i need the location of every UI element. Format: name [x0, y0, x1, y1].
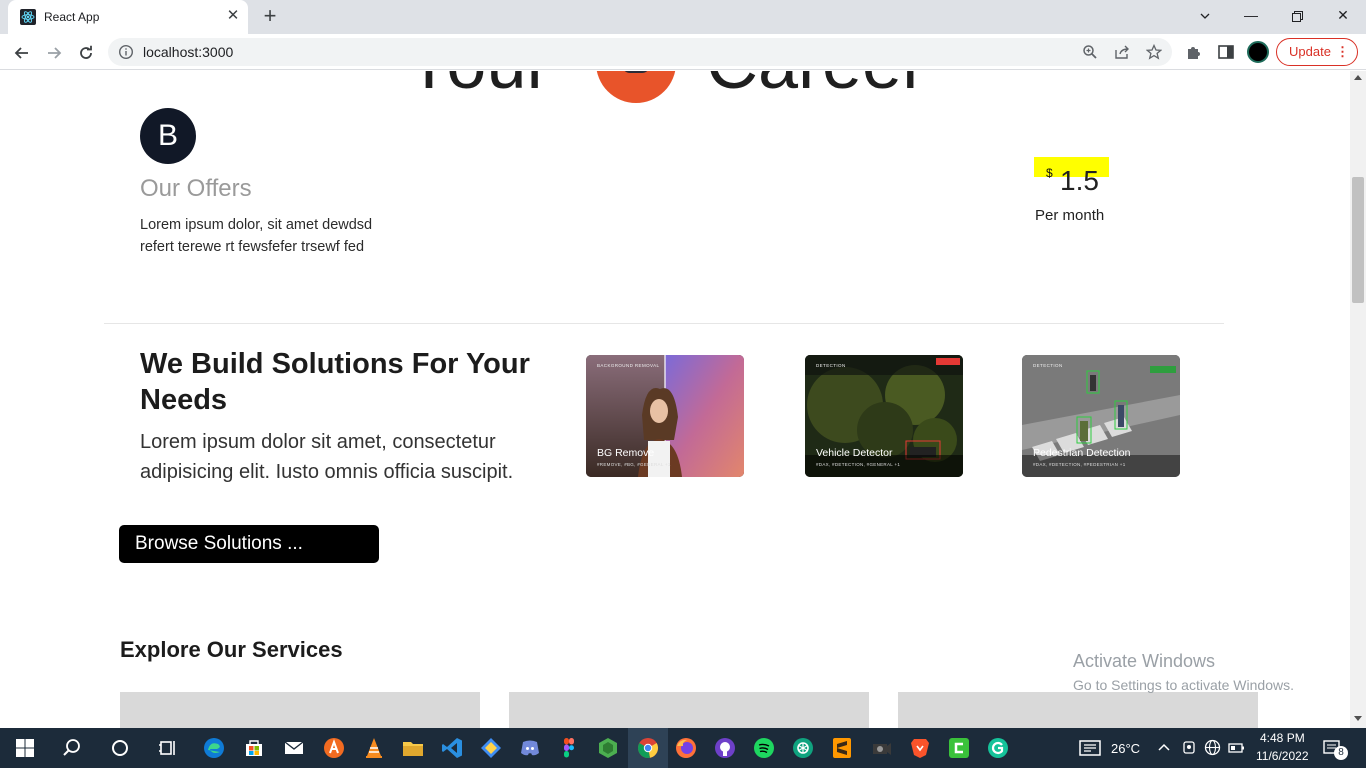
tab-search-chevron-icon[interactable]: [1182, 0, 1228, 30]
mail-icon[interactable]: [282, 736, 306, 760]
tray-chevron-up-icon[interactable]: [1156, 739, 1172, 755]
card-label: Pedestrian Detection: [1033, 447, 1131, 459]
file-explorer-icon[interactable]: [401, 736, 425, 760]
new-tab-button[interactable]: +: [258, 5, 282, 29]
spotify-icon[interactable]: [752, 736, 776, 760]
hero-word-2: Career: [706, 71, 926, 100]
figma-icon[interactable]: [557, 736, 581, 760]
hero-emoji-icon: [596, 71, 676, 103]
card-tags: #REMOVE, #BG, #GENERAL +1: [597, 462, 671, 467]
clock-time[interactable]: 4:48 PM: [1260, 731, 1305, 745]
solution-card-bg-remove[interactable]: BACKGROUND REMOVAL BG Remove #REMOVE, #B…: [586, 355, 744, 477]
update-button[interactable]: Update ⋮: [1276, 38, 1358, 66]
temperature-text[interactable]: 26°C: [1111, 741, 1140, 756]
microsoft-store-icon[interactable]: [242, 736, 266, 760]
more-menu-icon[interactable]: ⋮: [1336, 39, 1349, 65]
card-category: DETECTION: [816, 363, 846, 368]
price-currency: $: [1046, 166, 1053, 180]
back-arrow-icon[interactable]: [10, 40, 34, 64]
vlc-icon[interactable]: [362, 736, 386, 760]
extensions-puzzle-icon[interactable]: [1185, 43, 1203, 61]
service-card[interactable]: [120, 692, 480, 728]
browse-solutions-button[interactable]: Browse Solutions ...: [119, 525, 379, 563]
services-title: Explore Our Services: [120, 637, 343, 662]
zoom-icon[interactable]: [1082, 44, 1098, 60]
price-amount: 1.5: [1060, 165, 1099, 196]
close-window-button[interactable]: ✕: [1320, 0, 1366, 30]
minimize-button[interactable]: —: [1228, 0, 1274, 30]
reload-icon[interactable]: [74, 40, 98, 64]
scrollbar-thumb[interactable]: [1352, 177, 1364, 303]
cortana-icon[interactable]: [108, 736, 132, 760]
nodejs-icon[interactable]: [596, 736, 620, 760]
share-icon[interactable]: [1114, 44, 1130, 60]
solutions-description: Lorem ipsum dolor sit amet, consectetur …: [140, 431, 514, 483]
search-icon[interactable]: [60, 736, 84, 760]
weather-icon[interactable]: [1079, 738, 1101, 758]
avast-icon[interactable]: [322, 736, 346, 760]
tab-close-icon[interactable]: ✕: [224, 7, 242, 25]
solution-card-vehicle-detector[interactable]: DETECTION Vehicle Detector #DAX, #DETECT…: [805, 355, 963, 477]
camtasia-icon[interactable]: [947, 736, 971, 760]
brave-icon[interactable]: [908, 736, 932, 760]
browser-toolbar: localhost:3000 Update ⋮: [0, 34, 1366, 70]
firefox-icon[interactable]: [674, 736, 698, 760]
update-label: Update: [1289, 44, 1331, 59]
site-info-icon[interactable]: [118, 44, 134, 60]
hero-word-1: Your: [405, 71, 550, 100]
offers-description: Lorem ipsum dolor, sit amet dewdsd refer…: [140, 217, 373, 255]
address-bar[interactable]: localhost:3000: [108, 38, 1172, 66]
restore-button[interactable]: [1274, 0, 1320, 30]
windows-start-icon[interactable]: [13, 736, 37, 760]
vscode-icon[interactable]: [440, 736, 464, 760]
card-tags: #DAX, #DETECTION, #PEDESTRIAN +1: [1033, 462, 1126, 467]
chatgpt-icon[interactable]: [791, 736, 815, 760]
windows-taskbar: 26°C 4:48 PM 11/6/2022 8: [0, 728, 1366, 768]
tab-strip: React App ✕ + — ✕: [0, 0, 1366, 34]
service-card[interactable]: [898, 692, 1258, 728]
chrome-icon[interactable]: [636, 736, 660, 760]
clock-date[interactable]: 11/6/2022: [1256, 749, 1309, 763]
scroll-up-arrow-icon[interactable]: [1354, 75, 1362, 80]
card-label: Vehicle Detector: [816, 447, 893, 459]
page-scrollbar[interactable]: [1350, 71, 1366, 728]
react-favicon-icon: [20, 9, 36, 25]
service-card[interactable]: [509, 692, 869, 728]
url-text: localhost:3000: [143, 44, 234, 60]
profile-avatar[interactable]: [1247, 41, 1269, 63]
price-period: Per month: [1035, 207, 1105, 224]
battery-icon[interactable]: [1228, 739, 1245, 756]
notification-count-badge: 8: [1334, 746, 1348, 760]
scroll-down-arrow-icon[interactable]: [1354, 716, 1362, 721]
tab-title: React App: [44, 10, 100, 24]
page-viewport: Your Career B Our Offers Lorem ipsum dol…: [0, 71, 1350, 728]
offers-title: Our Offers: [140, 175, 252, 202]
discord-icon[interactable]: [518, 736, 542, 760]
sublime-text-icon[interactable]: [830, 736, 854, 760]
card-category: BACKGROUND REMOVAL: [597, 363, 660, 368]
meet-now-icon[interactable]: [1181, 739, 1197, 755]
card-category: DETECTION: [1033, 363, 1063, 368]
activate-windows-title: Activate Windows: [1073, 651, 1216, 671]
section-divider: [104, 323, 1224, 324]
forward-arrow-icon[interactable]: [42, 40, 66, 64]
task-view-icon[interactable]: [156, 736, 180, 760]
card-label: BG Remove: [597, 447, 655, 459]
solution-card-pedestrian-detection[interactable]: DETECTION Pedestrian Detection #DAX, #DE…: [1022, 355, 1180, 477]
bookmark-star-icon[interactable]: [1146, 44, 1162, 60]
screenshot-tool-icon[interactable]: [869, 736, 893, 760]
solutions-title: We Build Solutions For Your Needs: [140, 348, 530, 416]
offers-avatar: B: [140, 108, 196, 164]
card-tags: #DAX, #DETECTION, #GENERAL +1: [816, 462, 901, 467]
sourcetree-icon[interactable]: [479, 736, 503, 760]
side-panel-icon[interactable]: [1217, 43, 1235, 61]
globe-network-icon[interactable]: [1204, 739, 1221, 756]
browser-tab[interactable]: React App ✕: [8, 0, 248, 34]
edge-browser-icon[interactable]: [202, 736, 226, 760]
activate-windows-subtitle: Go to Settings to activate Windows.: [1073, 677, 1294, 693]
grammarly-icon[interactable]: [986, 736, 1010, 760]
github-desktop-icon[interactable]: [713, 736, 737, 760]
